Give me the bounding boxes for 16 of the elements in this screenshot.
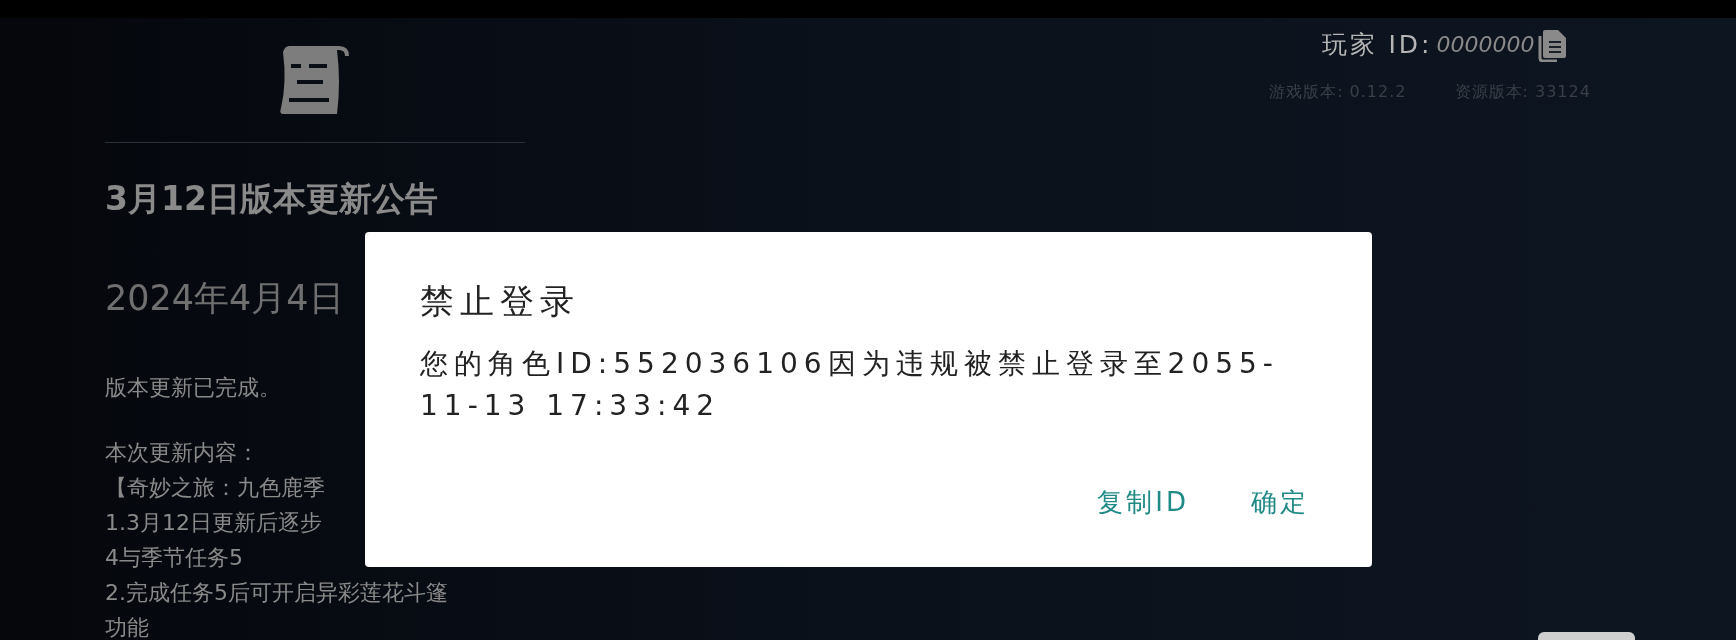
dialog-title: 禁止登录 xyxy=(420,280,581,323)
announcement-line: 2.完成任务5后可开启异彩莲花斗篷 xyxy=(105,579,448,607)
announcement-line: 本次更新内容： xyxy=(105,439,259,467)
announcement-line: 【奇妙之旅：九色鹿季 xyxy=(105,474,325,502)
dialog-button[interactable]: 确定 xyxy=(1251,483,1309,522)
copy-icon[interactable] xyxy=(1538,27,1569,62)
announcement-line: 功能 xyxy=(105,614,149,640)
announcement-line: 4与季节任务5 xyxy=(105,544,243,572)
dialog-message: 您的角色ID:552036106因为违规被禁止登录至2055-11-13 17:33:42 xyxy=(420,346,1280,424)
player-id-value: 0000000 xyxy=(1436,31,1535,60)
announcement-date: 2024年4月4日 xyxy=(105,277,344,320)
announcement-title: 3月12日版本更新公告 xyxy=(105,178,438,220)
announcement-line: 1.3月12日更新后逐步 xyxy=(105,509,322,537)
announcement-line: 版本更新已完成。 xyxy=(105,374,281,402)
player-id-label: 玩家 ID: xyxy=(1321,29,1433,61)
dialog-button[interactable]: 复制ID xyxy=(1097,483,1189,522)
